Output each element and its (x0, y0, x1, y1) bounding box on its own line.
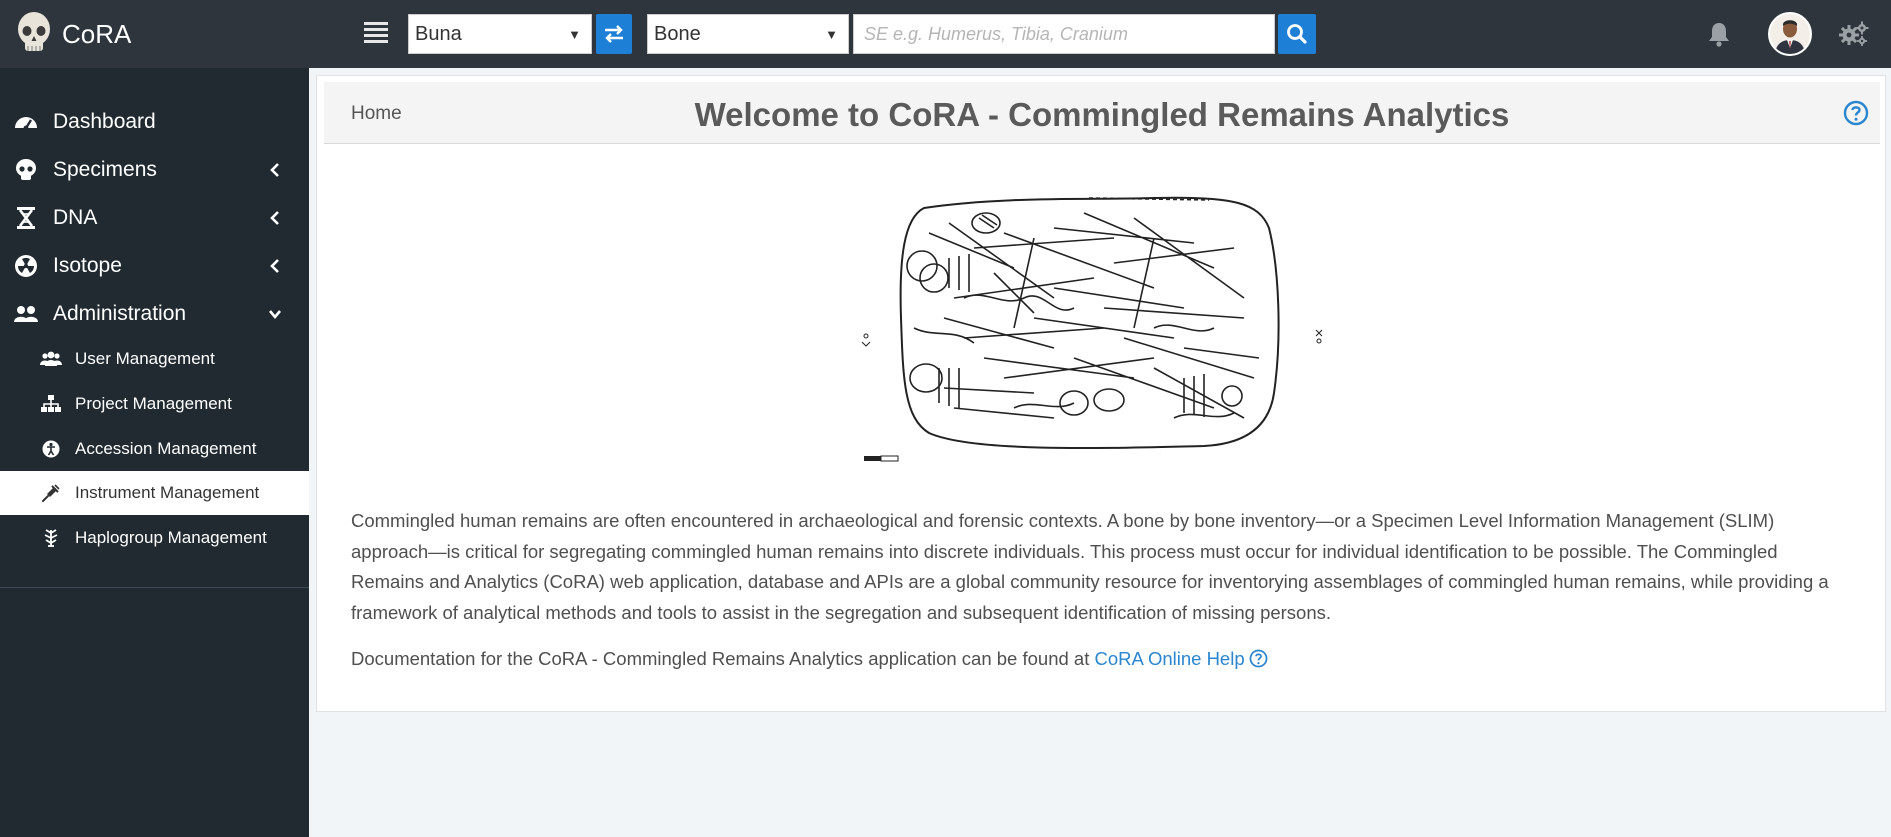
user-photo-icon (1770, 14, 1810, 54)
haplogroup-icon (44, 529, 58, 547)
online-help-link[interactable]: CoRA Online Help (1094, 648, 1244, 669)
sidebar-item-label: Project Management (75, 394, 232, 413)
top-navbar: CoRA Buna ▼ Bone ▼ (0, 0, 1891, 68)
skull-logo-icon (18, 12, 50, 51)
sidebar-item-project-management[interactable]: Project Management (0, 382, 309, 426)
intro-paragraph: Commingled human remains are often encou… (351, 510, 1829, 623)
chevron-down-icon (269, 310, 281, 320)
instrument-icon (42, 484, 60, 502)
menu-icon[interactable] (364, 22, 388, 44)
sidebar-item-accession-management[interactable]: Accession Management (0, 427, 309, 471)
chevron-left-icon (270, 259, 279, 273)
dna-icon (17, 207, 35, 229)
sidebar-item-label: Specimens (53, 158, 157, 181)
search-icon (1287, 24, 1307, 44)
users-icon (40, 351, 62, 366)
documentation-paragraph: Documentation for the CoRA - Commingled … (351, 644, 1851, 675)
sitemap-icon (41, 395, 61, 412)
sidebar-item-label: Isotope (53, 254, 122, 277)
commingled-remains-illustration (861, 196, 1323, 462)
site-select[interactable]: Buna ▼ (408, 14, 592, 54)
documentation-text: Documentation for the CoRA - Commingled … (351, 648, 1095, 669)
sidebar-item-label: User Management (75, 349, 215, 368)
sidebar-item-administration[interactable]: Administration (0, 290, 309, 338)
sidebar: Dashboard Specimens DNA Isotope Administ… (0, 68, 309, 837)
swap-button[interactable] (596, 14, 632, 54)
sidebar-item-label: DNA (53, 206, 98, 229)
help-icon[interactable] (1843, 100, 1869, 126)
sidebar-item-label: Accession Management (75, 439, 257, 458)
caret-down-icon: ▼ (568, 27, 581, 42)
sidebar-item-haplogroup-management[interactable]: Haplogroup Management (0, 516, 309, 560)
radiation-icon (15, 255, 37, 277)
site-select-value: Buna (415, 23, 462, 45)
users-icon (14, 306, 38, 322)
skull-icon (16, 159, 36, 180)
sidebar-item-label: Dashboard (53, 110, 156, 133)
bone-select[interactable]: Bone ▼ (647, 14, 849, 54)
sidebar-item-instrument-management[interactable]: Instrument Management (0, 471, 309, 515)
caret-down-icon: ▼ (825, 27, 838, 42)
accession-icon (42, 440, 60, 458)
page-header: Home Welcome to CoRA - Commingled Remain… (324, 82, 1880, 144)
dashboard-icon (15, 117, 37, 131)
sidebar-item-isotope[interactable]: Isotope (0, 242, 309, 290)
brand-logo[interactable]: CoRA (14, 10, 131, 58)
avatar[interactable] (1768, 12, 1812, 56)
sidebar-item-label: Haplogroup Management (75, 528, 267, 547)
bone-select-value: Bone (654, 23, 701, 45)
search-button[interactable] (1278, 14, 1316, 54)
sidebar-item-label: Instrument Management (75, 483, 260, 502)
swap-icon (605, 25, 623, 43)
content-panel: Home Welcome to CoRA - Commingled Remain… (316, 75, 1886, 712)
app-name: CoRA (62, 18, 132, 49)
bell-icon[interactable] (1706, 20, 1732, 48)
sidebar-item-dashboard[interactable]: Dashboard (0, 98, 309, 146)
sidebar-item-user-management[interactable]: User Management (0, 337, 309, 381)
search-input[interactable] (853, 14, 1275, 54)
gears-icon[interactable] (1838, 20, 1870, 48)
chevron-left-icon (270, 163, 279, 177)
help-icon[interactable] (1249, 649, 1268, 668)
sidebar-divider (0, 587, 309, 588)
page-title: Welcome to CoRA - Commingled Remains Ana… (694, 96, 1510, 133)
chevron-left-icon (270, 211, 279, 225)
sidebar-item-specimens[interactable]: Specimens (0, 146, 309, 194)
sidebar-item-label: Administration (53, 302, 187, 325)
sidebar-item-dna[interactable]: DNA (0, 194, 309, 242)
